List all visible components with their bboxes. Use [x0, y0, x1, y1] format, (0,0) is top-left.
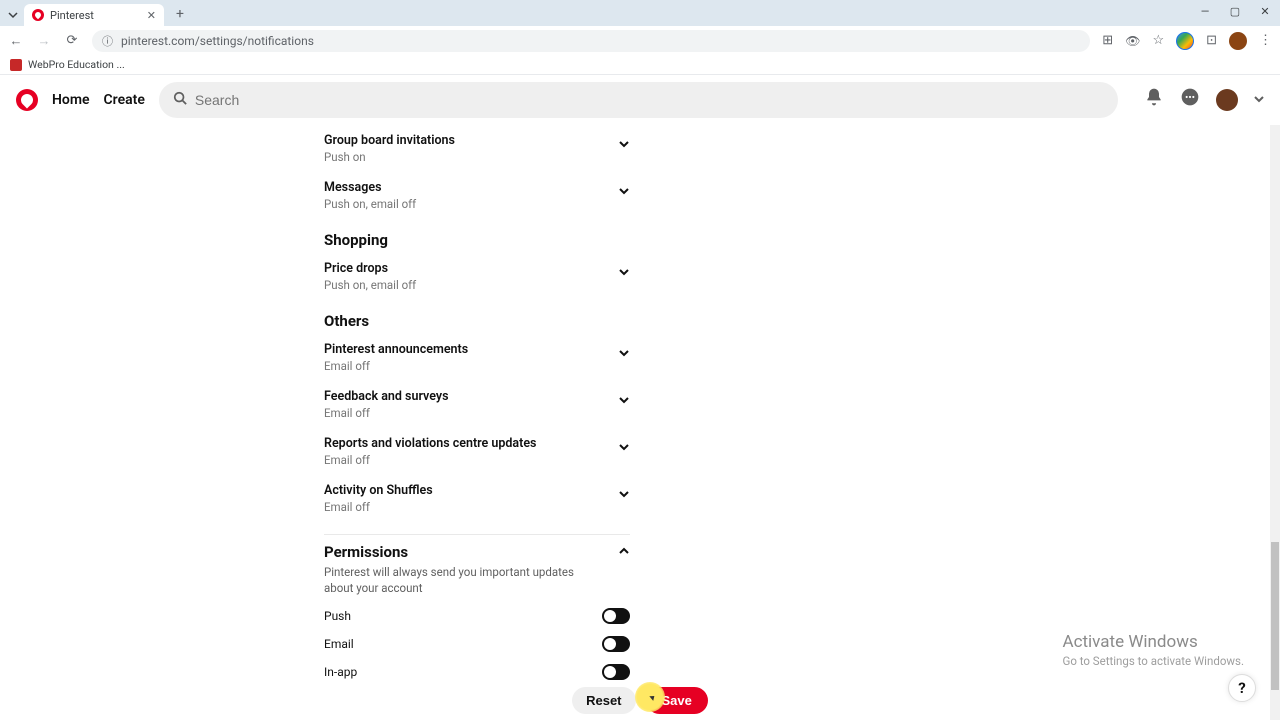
search-icon: [173, 90, 187, 109]
page-header: Home Create: [0, 75, 1280, 125]
setting-subtitle: Email off: [324, 359, 630, 373]
permissions-label: Permissions: [324, 543, 408, 561]
setting-subtitle: Email off: [324, 453, 630, 467]
bookmark-item[interactable]: WebPro Education ...: [28, 58, 125, 71]
cursor-highlight: [635, 682, 665, 712]
watermark-subtitle: Go to Settings to activate Windows.: [1062, 654, 1244, 668]
close-window-button[interactable]: ✕: [1250, 0, 1280, 22]
setting-pinterest-announcements[interactable]: Pinterest announcements Email off: [324, 334, 630, 381]
pinterest-favicon: [32, 9, 44, 21]
setting-subtitle: Push on, email off: [324, 278, 630, 292]
new-tab-button[interactable]: +: [170, 4, 190, 24]
bookmarks-bar: WebPro Education ...: [0, 55, 1280, 75]
setting-title: Activity on Shuffles: [324, 483, 630, 498]
setting-subtitle: Push on: [324, 150, 630, 164]
site-info-icon[interactable]: ⓘ: [102, 33, 113, 49]
url-text: pinterest.com/settings/notifications: [121, 34, 314, 48]
install-app-icon[interactable]: ⊞: [1102, 33, 1113, 48]
chevron-down-icon: [618, 485, 630, 504]
setting-title: Messages: [324, 180, 630, 195]
bookmark-favicon: [10, 59, 22, 71]
setting-reports-violations[interactable]: Reports and violations centre updates Em…: [324, 428, 630, 475]
chevron-down-icon: [618, 263, 630, 282]
browser-tab[interactable]: Pinterest ✕: [24, 4, 164, 26]
setting-title: Group board invitations: [324, 133, 630, 148]
setting-subtitle: Email off: [324, 500, 630, 514]
tab-title: Pinterest: [50, 9, 94, 22]
search-input[interactable]: [195, 92, 1104, 108]
bookmark-star-icon[interactable]: ☆: [1152, 33, 1164, 48]
email-toggle[interactable]: [602, 636, 630, 652]
extension-icon[interactable]: [1176, 32, 1194, 50]
setting-title: Pinterest announcements: [324, 342, 630, 357]
scrollbar-thumb[interactable]: [1271, 542, 1279, 691]
tab-search-icon[interactable]: [6, 8, 20, 22]
minimize-button[interactable]: —: [1190, 0, 1220, 22]
incognito-icon[interactable]: 👁: [1125, 34, 1140, 48]
permissions-heading[interactable]: Permissions: [324, 543, 630, 561]
kebab-menu-icon[interactable]: ⋮: [1259, 33, 1272, 48]
reset-button[interactable]: Reset: [572, 687, 635, 714]
setting-activity-shuffles[interactable]: Activity on Shuffles Email off: [324, 475, 630, 522]
maximize-button[interactable]: ▢: [1220, 0, 1250, 22]
forward-button: →: [36, 33, 52, 49]
search-box[interactable]: [159, 82, 1118, 118]
toggle-push: Push: [324, 602, 630, 630]
toggle-email: Email: [324, 630, 630, 658]
setting-messages[interactable]: Messages Push on, email off: [324, 172, 630, 219]
divider: [324, 534, 630, 535]
setting-price-drops[interactable]: Price drops Push on, email off: [324, 253, 630, 300]
setting-subtitle: Push on, email off: [324, 197, 630, 211]
nav-home[interactable]: Home: [52, 92, 90, 108]
back-button[interactable]: ←: [8, 33, 24, 49]
notifications-bell-icon[interactable]: [1144, 87, 1164, 112]
setting-title: Feedback and surveys: [324, 389, 630, 404]
extensions-puzzle-icon[interactable]: ⊡: [1206, 33, 1217, 48]
setting-title: Price drops: [324, 261, 630, 276]
browser-toolbar: ← → ⟳ ⓘ pinterest.com/settings/notificat…: [0, 26, 1280, 55]
scrollbar-track[interactable]: [1270, 125, 1280, 720]
setting-group-board-invitations[interactable]: Group board invitations Push on: [324, 125, 630, 172]
toggle-label: Push: [324, 609, 351, 623]
toggle-label: Email: [324, 637, 354, 651]
toggle-label: In-app: [324, 665, 357, 679]
account-chevron-icon[interactable]: [1254, 93, 1264, 107]
settings-content: Group board invitations Push on Messages…: [0, 125, 1280, 720]
help-button[interactable]: ?: [1228, 674, 1256, 702]
inapp-toggle[interactable]: [602, 664, 630, 680]
profile-avatar-icon[interactable]: [1229, 32, 1247, 50]
reload-button[interactable]: ⟳: [64, 33, 80, 48]
pinterest-logo[interactable]: [16, 89, 38, 111]
section-others-heading: Others: [324, 312, 630, 330]
setting-feedback-surveys[interactable]: Feedback and surveys Email off: [324, 381, 630, 428]
setting-title: Reports and violations centre updates: [324, 436, 630, 451]
close-tab-icon[interactable]: ✕: [147, 9, 156, 22]
push-toggle[interactable]: [602, 608, 630, 624]
setting-subtitle: Email off: [324, 406, 630, 420]
windows-activation-watermark: Activate Windows Go to Settings to activ…: [1062, 632, 1244, 668]
tab-strip: Pinterest ✕ +: [0, 0, 1280, 26]
user-avatar[interactable]: [1216, 89, 1238, 111]
chevron-down-icon: [618, 391, 630, 410]
toggle-inapp: In-app: [324, 658, 630, 686]
messages-icon[interactable]: [1180, 87, 1200, 112]
chevron-down-icon: [618, 438, 630, 457]
section-shopping-heading: Shopping: [324, 231, 630, 249]
address-bar[interactable]: ⓘ pinterest.com/settings/notifications: [92, 30, 1090, 52]
toolbar-right: ⊞ 👁 ☆ ⊡ ⋮: [1102, 32, 1272, 50]
browser-chrome: Pinterest ✕ + — ▢ ✕ ← → ⟳ ⓘ pinterest.co…: [0, 0, 1280, 55]
chevron-down-icon: [618, 344, 630, 363]
chevron-down-icon: [618, 182, 630, 201]
permissions-description: Pinterest will always send you important…: [324, 565, 604, 596]
nav-create[interactable]: Create: [104, 92, 145, 108]
watermark-title: Activate Windows: [1062, 632, 1244, 652]
chevron-down-icon: [618, 135, 630, 154]
header-icons: [1144, 87, 1264, 112]
chevron-up-icon: [618, 543, 630, 561]
window-controls: — ▢ ✕: [1190, 0, 1280, 22]
